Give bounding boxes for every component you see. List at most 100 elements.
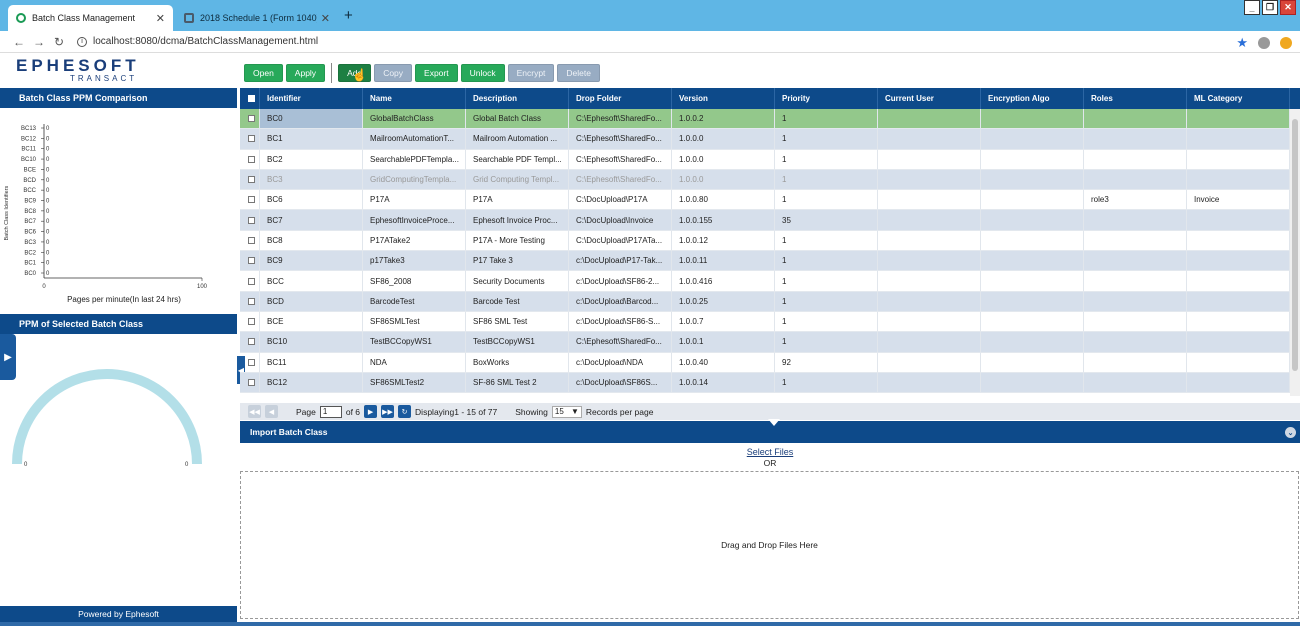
profile-icon[interactable]: [1258, 37, 1270, 49]
row-select-cell[interactable]: [240, 230, 260, 251]
column-header[interactable]: Current User: [878, 88, 981, 109]
table-row[interactable]: BC8 P17ATake2 P17A - More Testing C:\DocUpl…: [240, 230, 1300, 252]
close-tab-icon[interactable]: ✕: [156, 12, 165, 25]
row-checkbox[interactable]: [248, 277, 255, 285]
apply-button[interactable]: Apply: [285, 64, 326, 82]
row-checkbox[interactable]: [248, 196, 255, 204]
new-tab-icon[interactable]: +: [344, 7, 353, 24]
unlock-button[interactable]: Unlock: [460, 64, 505, 82]
column-header[interactable]: Encryption Algo: [981, 88, 1084, 109]
refresh-icon[interactable]: ↻: [398, 405, 412, 418]
restore-icon[interactable]: ❐: [1262, 0, 1278, 15]
row-checkbox[interactable]: [248, 155, 255, 163]
scrollbar-thumb[interactable]: [1292, 119, 1298, 371]
row-select-cell[interactable]: [240, 311, 260, 332]
first-page-icon[interactable]: ◀◀: [248, 405, 261, 418]
row-select-cell[interactable]: [240, 352, 260, 372]
row-select-cell[interactable]: [240, 291, 260, 311]
gauge-arc: [12, 369, 202, 465]
bar-value-label: 0: [46, 209, 50, 215]
row-checkbox[interactable]: [248, 318, 255, 326]
export-button[interactable]: Export: [415, 64, 458, 82]
table-row[interactable]: BC7 EphesoftInvoiceProce... Ephesoft Invoi…: [240, 210, 1300, 231]
back-arrow-icon[interactable]: ←: [9, 35, 29, 49]
next-page-icon[interactable]: ▶: [364, 405, 378, 418]
table-row[interactable]: BC12 SF86SMLTest2 SF-86 SML Test 2 c:\DocUp…: [240, 372, 1300, 394]
bookmark-star-icon[interactable]: ★: [1236, 35, 1248, 51]
row-checkbox[interactable]: [248, 297, 255, 305]
table-cell: [1187, 332, 1290, 352]
row-select-cell[interactable]: [240, 129, 260, 149]
column-header[interactable]: Identifier: [260, 88, 363, 109]
table-row[interactable]: BCD BarcodeTest Barcode Test c:\DocUpload\B…: [240, 291, 1300, 312]
column-header[interactable]: Priority: [775, 88, 878, 109]
table-row[interactable]: BC1 MailroomAutomationT... Mailroom Automa…: [240, 129, 1300, 150]
table-cell: [1084, 251, 1187, 271]
row-select-cell[interactable]: [240, 372, 260, 393]
table-row[interactable]: BC2 SearchablePDFTempla... Searchable PDF …: [240, 149, 1300, 170]
info-icon[interactable]: i: [77, 36, 87, 47]
table-row[interactable]: BCE SF86SMLTest SF86 SML Test c:\DocUpload\…: [240, 311, 1300, 333]
prev-page-icon[interactable]: ◀: [265, 405, 278, 418]
column-header[interactable]: ML Category: [1187, 88, 1290, 109]
table-row[interactable]: BC9 p17Take3 P17 Take 3 c:\DocUpload\P17-Ta…: [240, 251, 1300, 272]
row-select-cell[interactable]: [240, 271, 260, 291]
select-files-link[interactable]: Select Files: [240, 447, 1300, 457]
page-input[interactable]: 1: [319, 405, 342, 418]
row-select-cell[interactable]: [240, 149, 260, 169]
table-row[interactable]: BC3 GridComputingTempla... Grid Computing …: [240, 169, 1300, 191]
row-checkbox[interactable]: [248, 135, 255, 143]
copy-button[interactable]: Copy: [374, 64, 413, 82]
close-window-icon[interactable]: ✕: [1280, 0, 1296, 15]
row-select-cell[interactable]: [240, 210, 260, 230]
browser-tab-inactive[interactable]: 2018 Schedule 1 (Form 1040) ✕: [176, 5, 338, 31]
row-checkbox[interactable]: [248, 115, 255, 123]
row-select-cell[interactable]: [240, 251, 260, 271]
column-header[interactable]: Roles: [1084, 88, 1187, 109]
table-row[interactable]: BC0 GlobalBatchClass Global Batch Class C:\…: [240, 109, 1300, 130]
grid-scrollbar[interactable]: [1290, 109, 1300, 396]
table-row[interactable]: BC10 TestBCCopyWS1 TestBCCopyWS1 C:\Ephesof…: [240, 332, 1300, 353]
address-bar-row: ← → ↻ i localhost:8080/dcma/BatchClassMa…: [0, 31, 1300, 53]
table-cell: BC2: [260, 149, 363, 169]
close-tab-icon[interactable]: ✕: [321, 12, 330, 25]
encrypt-button[interactable]: Encrypt: [507, 64, 555, 82]
select-all-checkbox[interactable]: [248, 95, 255, 102]
row-checkbox[interactable]: [248, 379, 255, 386]
table-row[interactable]: BC11 NDA BoxWorks c:\DocUpload\NDA 1.0.0.40 9…: [240, 352, 1300, 373]
toolbar: Open Apply Add Copy Export Unlock Encryp…: [244, 63, 600, 83]
column-header[interactable]: Version: [672, 88, 775, 109]
open-button[interactable]: Open: [244, 64, 283, 82]
row-checkbox[interactable]: [248, 338, 255, 346]
records-per-page-select[interactable]: 15 ▼: [551, 405, 582, 418]
row-checkbox[interactable]: [248, 257, 255, 265]
select-all-column[interactable]: [240, 88, 260, 109]
row-checkbox[interactable]: [248, 216, 255, 224]
extension-icon[interactable]: [1280, 37, 1292, 49]
reload-icon[interactable]: ↻: [49, 35, 69, 49]
expand-panel-tab[interactable]: ▶: [0, 334, 16, 380]
drop-zone[interactable]: Drag and Drop Files Here: [240, 471, 1299, 619]
collapse-arrow-icon[interactable]: [768, 419, 780, 426]
column-header[interactable]: Drop Folder: [569, 88, 672, 109]
browser-tab-active[interactable]: Batch Class Management ✕: [8, 5, 173, 31]
column-header[interactable]: Name: [363, 88, 466, 109]
table-cell: [981, 251, 1084, 271]
last-page-icon[interactable]: ▶▶: [381, 405, 395, 418]
row-checkbox[interactable]: [248, 236, 255, 244]
column-header[interactable]: Description: [466, 88, 569, 109]
forward-arrow-icon[interactable]: →: [29, 35, 49, 49]
chevron-down-icon[interactable]: ⌄: [1285, 427, 1296, 438]
table-row[interactable]: BC6 P17A P17A C:\DocUpload\P17A 1.0.0.80 1 rol…: [240, 190, 1300, 211]
table-cell: MailroomAutomationT...: [363, 129, 466, 149]
row-select-cell[interactable]: [240, 190, 260, 210]
row-checkbox[interactable]: [248, 176, 255, 184]
row-select-cell[interactable]: [240, 169, 260, 190]
url-field[interactable]: i localhost:8080/dcma/BatchClassManageme…: [77, 36, 318, 47]
row-select-cell[interactable]: [240, 109, 260, 129]
table-row[interactable]: BCC SF86_2008 Security Documents c:\DocUplo…: [240, 271, 1300, 292]
minimize-icon[interactable]: _: [1244, 0, 1260, 15]
row-select-cell[interactable]: [240, 332, 260, 352]
delete-button[interactable]: Delete: [557, 64, 600, 82]
row-checkbox[interactable]: [248, 358, 255, 366]
